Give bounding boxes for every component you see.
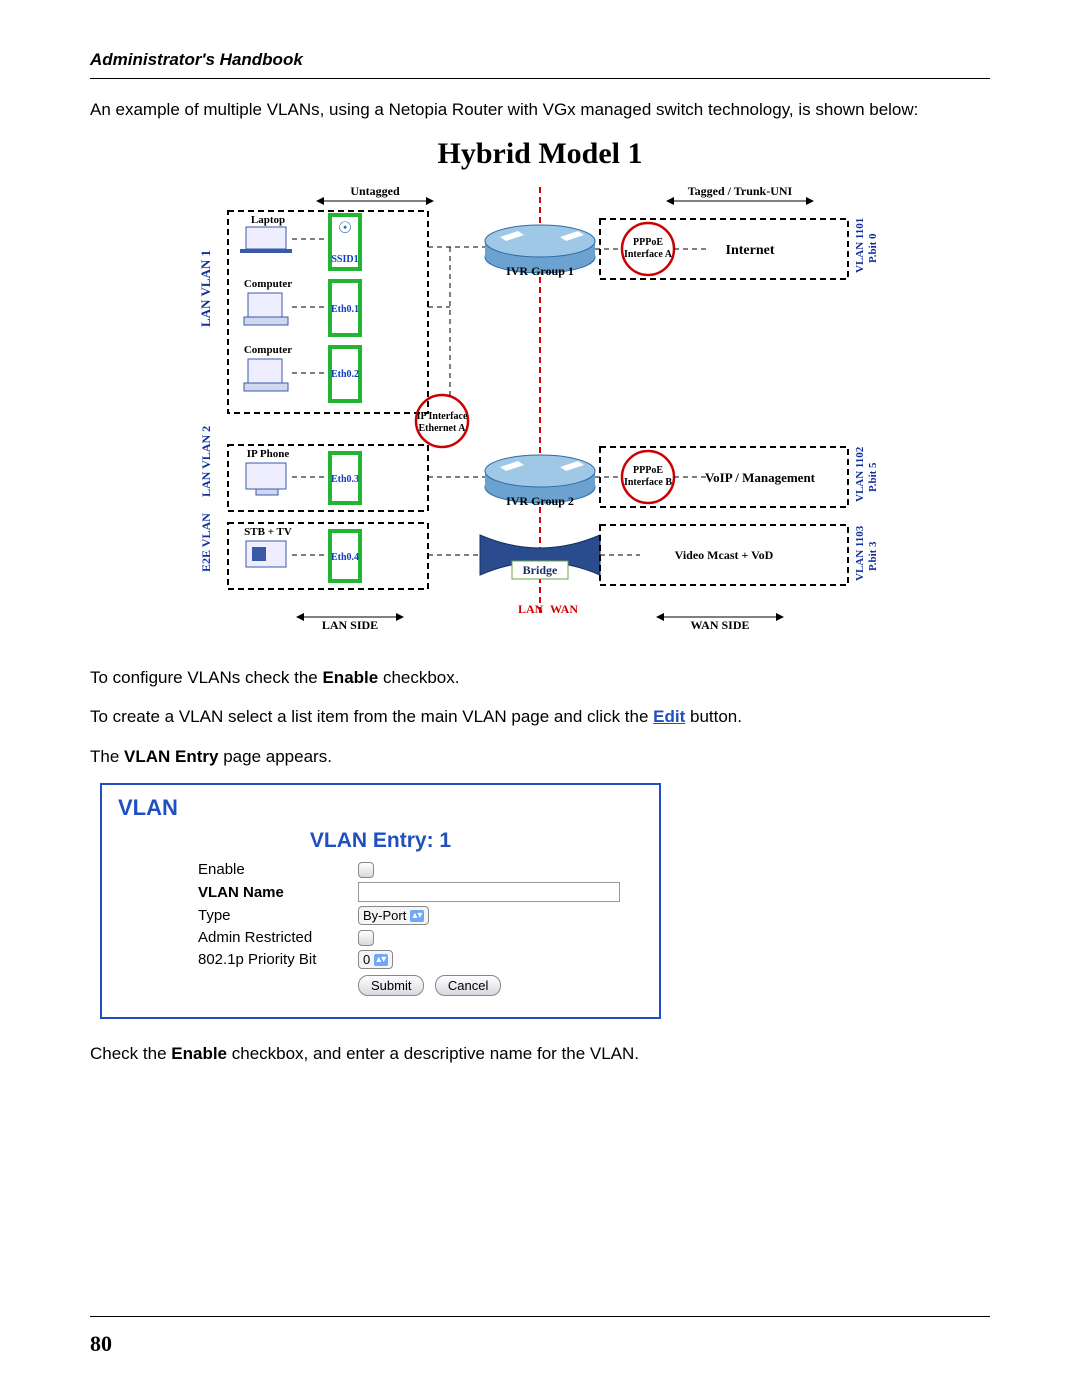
cancel-button[interactable]: Cancel [435,975,501,996]
svg-text:Laptop: Laptop [251,214,285,226]
vlan-name-input[interactable] [358,882,620,902]
footer-rule [90,1316,990,1317]
svg-text:IVR Group 2: IVR Group 2 [506,494,574,508]
vlan-entry-title: VLAN Entry: 1 [118,829,643,853]
vlan-panel-title: VLAN [118,795,643,821]
paragraph-create: To create a VLAN select a list item from… [90,704,990,730]
intro-paragraph: An example of multiple VLANs, using a Ne… [90,97,990,123]
hybrid-model-diagram: Untagged Tagged / Trunk-UNI LAN VLAN 1 L… [200,177,880,647]
paragraph-entry: The VLAN Entry page appears. [90,744,990,770]
svg-text:SSID1: SSID1 [331,254,358,265]
svg-text:Untagged: Untagged [350,184,400,198]
svg-text:PPPoE: PPPoE [633,237,663,248]
svg-text:Computer: Computer [244,344,292,356]
svg-text:Interface B: Interface B [624,477,672,488]
svg-text:WAN: WAN [550,602,578,616]
svg-text:Tagged / Trunk-UNI: Tagged / Trunk-UNI [688,184,793,198]
type-label: Type [198,907,358,924]
type-select[interactable]: By-Port▴▾ [358,906,429,925]
diagram-title: Hybrid Model 1 [90,137,990,171]
priority-bit-select[interactable]: 0▴▾ [358,950,393,969]
svg-text:VLAN 1101: VLAN 1101 [854,217,866,272]
page-header: Administrator's Handbook [90,50,990,70]
svg-text:LAN VLAN 1: LAN VLAN 1 [200,249,213,326]
vlan-entry-panel: VLAN VLAN Entry: 1 Enable VLAN Name Type… [100,783,661,1019]
svg-text:PPPoE: PPPoE [633,465,663,476]
header-rule [90,78,990,79]
svg-text:Eth0.3: Eth0.3 [331,474,359,485]
svg-text:WAN SIDE: WAN SIDE [690,618,749,632]
svg-text:Interface A: Interface A [624,249,673,260]
enable-checkbox[interactable] [358,862,374,878]
svg-text:Eth0.1: Eth0.1 [331,304,359,315]
svg-text:Video Mcast + VoD: Video Mcast + VoD [675,548,774,562]
svg-text:VoIP / Management: VoIP / Management [705,470,816,485]
svg-text:VLAN 1103: VLAN 1103 [854,525,866,581]
paragraph-check-enable: Check the Enable checkbox, and enter a d… [90,1041,990,1067]
admin-restricted-checkbox[interactable] [358,930,374,946]
svg-text:Internet: Internet [726,243,775,258]
svg-text:E2E VLAN: E2E VLAN [200,512,213,571]
svg-text:LAN VLAN 2: LAN VLAN 2 [200,425,213,496]
svg-text:Eth0.2: Eth0.2 [331,369,359,380]
svg-text:IP Interface: IP Interface [417,411,468,422]
submit-button[interactable]: Submit [358,975,424,996]
admin-restricted-label: Admin Restricted [198,929,358,946]
svg-text:P.bit 0: P.bit 0 [867,232,879,262]
edit-link[interactable]: Edit [653,707,685,726]
svg-text:Ethernet A: Ethernet A [419,423,467,434]
svg-text:STB + TV: STB + TV [244,526,292,538]
svg-text:IP Phone: IP Phone [247,448,290,460]
svg-text:IVR Group 1: IVR Group 1 [506,264,574,278]
svg-text:P.bit 5: P.bit 5 [867,461,879,491]
vlan-name-label: VLAN Name [198,884,358,901]
svg-text:Bridge: Bridge [523,563,558,577]
svg-text:☉: ☉ [338,220,352,237]
svg-text:LAN: LAN [518,602,544,616]
svg-text:LAN SIDE: LAN SIDE [322,618,378,632]
enable-label: Enable [198,861,358,878]
svg-text:Computer: Computer [244,278,292,290]
svg-text:VLAN 1102: VLAN 1102 [854,446,866,502]
svg-text:P.bit 3: P.bit 3 [867,540,879,570]
paragraph-configure: To configure VLANs check the Enable chec… [90,665,990,691]
svg-text:Eth0.4: Eth0.4 [331,552,359,563]
priority-bit-label: 802.1p Priority Bit [198,951,358,968]
page-number: 80 [90,1331,112,1357]
